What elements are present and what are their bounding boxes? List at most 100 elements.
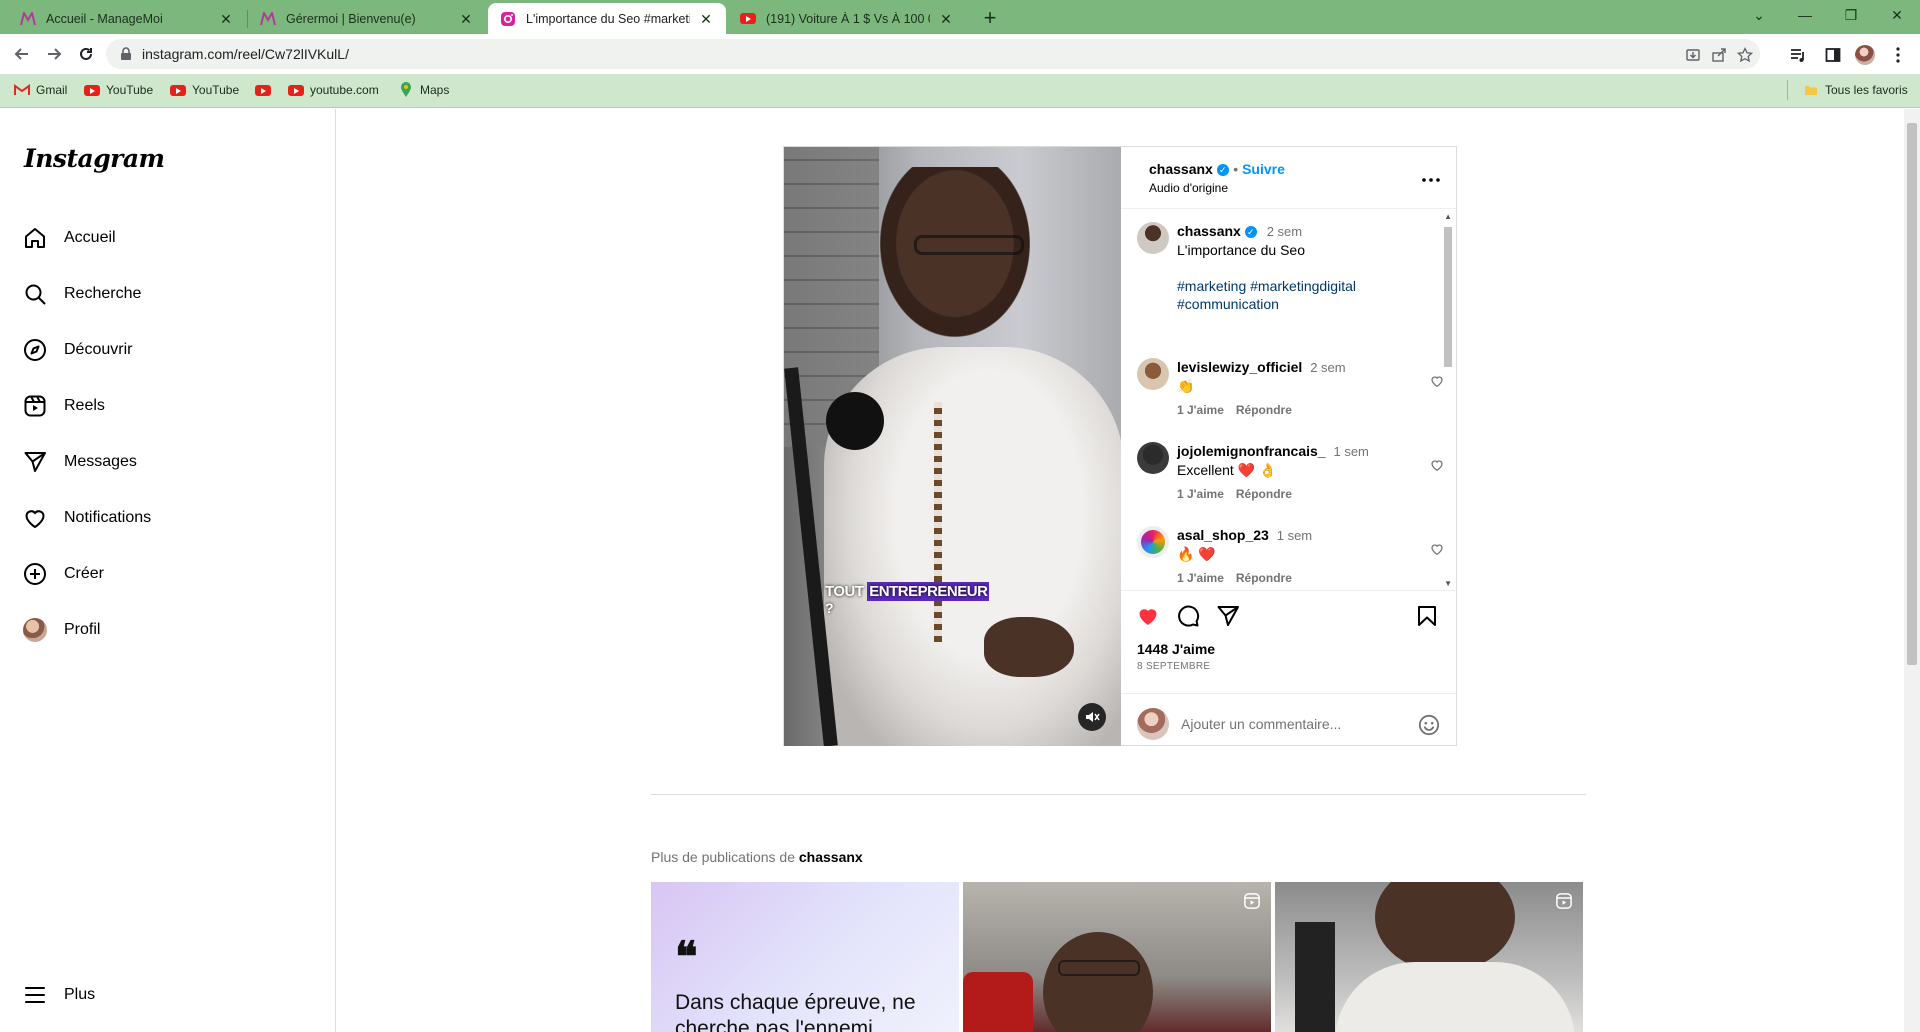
scroll-up-icon[interactable]: ▲ [1444,212,1452,221]
author-avatar[interactable] [1137,222,1169,254]
reply-button[interactable]: Répondre [1236,487,1292,501]
tab-managemoi-home[interactable]: Accueil - ManageMoi ✕ [8,3,246,34]
sidebar-item-reels[interactable]: Reels [22,393,105,419]
all-bookmarks-button[interactable]: Tous les favoris [1803,83,1908,97]
comment-time: 1 sem [1333,444,1369,459]
sidebar-item-accueil[interactable]: Accueil [22,225,116,251]
follow-button[interactable]: Suivre [1242,161,1285,177]
tab-gerermoi[interactable]: Gérermoi | Bienvenu(e) ✕ [248,3,486,34]
sidebar-item-notifications[interactable]: Notifications [22,505,151,531]
commenter-avatar[interactable] [1137,442,1169,474]
scroll-down-icon[interactable]: ▼ [1444,579,1452,588]
reel-video[interactable]: TOUT ENTREPRENEUR ? [784,147,1121,746]
caption-hashtags[interactable]: #marketing #marketingdigital [1177,277,1417,295]
bookmark-youtube-1[interactable]: YouTube [84,83,153,97]
close-tab-icon[interactable]: ✕ [938,11,954,27]
like-comment-icon[interactable] [1430,374,1444,393]
forward-button[interactable] [40,40,68,68]
youtube-icon [288,83,304,97]
chrome-menu-icon[interactable] [1888,45,1908,65]
reels-icon [22,393,48,419]
comment-icon [1178,605,1200,627]
sidebar-item-label: Notifications [64,509,152,526]
address-bar[interactable]: instagram.com/reel/Cw72lIVKulL/ [106,39,1760,69]
audio-label[interactable]: Audio d'origine [1149,181,1228,195]
like-comment-icon[interactable] [1430,542,1444,561]
back-button[interactable] [8,40,36,68]
url-text[interactable]: instagram.com/reel/Cw72lIVKulL/ [142,46,349,62]
bookmark-youtube-com[interactable]: youtube.com [288,83,379,97]
caption-hashtags-2[interactable]: #communication [1177,295,1417,313]
page-scrollbar[interactable] [1904,109,1920,1032]
commenter-username[interactable]: asal_shop_23 [1177,527,1269,543]
profile-avatar[interactable] [1855,45,1875,65]
more-post-thumbnail[interactable]: ❝ Dans chaque épreuve, ne cherche pas l'… [651,882,959,1032]
sidebar-item-profil[interactable]: Profil [22,617,100,643]
install-app-icon[interactable] [1684,46,1702,64]
share-icon[interactable] [1710,46,1728,64]
tab-youtube-video[interactable]: (191) Voiture À 1 $ Vs À 100 000 $ ✕ [728,3,966,34]
like-button[interactable] [1135,603,1161,629]
close-tab-icon[interactable]: ✕ [698,11,714,27]
reply-button[interactable]: Répondre [1236,571,1292,585]
compass-icon [22,337,48,363]
youtube-icon [170,83,186,97]
side-panel-icon[interactable] [1823,45,1843,65]
post-actions: 1448 J'aime 8 SEPTEMBRE Ajouter un comme… [1121,590,1456,745]
post-header: chassanx ✓ • Suivre Audio d'origine [1121,147,1456,209]
author-username[interactable]: chassanx [1149,161,1213,177]
reply-button[interactable]: Répondre [1236,403,1292,417]
comment-input[interactable]: Ajouter un commentaire... [1181,716,1341,732]
comment-likes[interactable]: 1 J'aime [1177,487,1224,501]
commenter-username[interactable]: levislewizy_officiel [1177,359,1302,375]
sidebar-item-recherche[interactable]: Recherche [22,281,141,307]
bookmark-youtube-3[interactable] [255,83,277,97]
comments-scrollbar[interactable] [1444,227,1452,367]
media-controls-icon[interactable] [1788,45,1808,65]
sidebar-item-decouvrir[interactable]: Découvrir [22,337,132,363]
mute-button[interactable] [1078,703,1106,731]
bookmark-gmail[interactable]: Gmail [14,83,67,97]
more-post-thumbnail[interactable] [1275,882,1583,1032]
plus-square-icon [22,561,48,587]
more-post-thumbnail[interactable] [963,882,1271,1032]
commenter-avatar[interactable] [1137,526,1169,558]
commenter-username[interactable]: jojolemignonfrancais_ [1177,443,1326,459]
comment-likes[interactable]: 1 J'aime [1177,571,1224,585]
like-comment-icon[interactable] [1430,458,1444,477]
bookmark-youtube-2[interactable]: YouTube [170,83,239,97]
restore-button[interactable]: ❐ [1828,0,1874,30]
commenter-avatar[interactable] [1137,358,1169,390]
bookmark-maps[interactable]: Maps [398,82,450,97]
caption-author[interactable]: chassanx [1177,223,1241,239]
comment-button[interactable] [1175,603,1201,629]
comment-text: Excellent ❤️ 👌 [1177,462,1277,478]
page-scrollbar-thumb[interactable] [1907,123,1917,665]
close-tab-icon[interactable]: ✕ [458,11,474,27]
likes-count[interactable]: 1448 J'aime [1137,641,1215,657]
bookmark-star-icon[interactable] [1736,46,1754,64]
share-button[interactable] [1215,603,1241,629]
close-window-button[interactable]: ✕ [1874,0,1920,30]
subtitle-highlight: ENTREPRENEUR [867,582,990,601]
new-tab-button[interactable]: + [976,5,1004,33]
bookmark-icon [1418,606,1436,626]
comment-likes[interactable]: 1 J'aime [1177,403,1224,417]
bookmark-label: Maps [420,83,450,97]
sidebar-item-messages[interactable]: Messages [22,449,137,475]
more-options-icon[interactable] [1422,169,1440,187]
sidebar-item-plus[interactable]: Plus [22,982,95,1008]
close-tab-icon[interactable]: ✕ [218,11,234,27]
emoji-icon[interactable] [1418,714,1440,741]
reload-button[interactable] [72,40,100,68]
tab-search-chevron-icon[interactable]: ⌄ [1736,0,1782,30]
tab-instagram-reel[interactable]: L'importance du Seo #marketing ✕ [488,3,726,34]
save-button[interactable] [1414,603,1440,629]
instagram-logo[interactable]: Instagram [24,144,165,173]
more-posts-prefix: Plus de publications de [651,849,795,865]
search-icon [22,281,48,307]
site-info-icon[interactable] [120,47,132,66]
sidebar-item-creer[interactable]: Créer [22,561,104,587]
minimize-button[interactable]: — [1782,0,1828,30]
more-posts-author[interactable]: chassanx [799,849,863,865]
